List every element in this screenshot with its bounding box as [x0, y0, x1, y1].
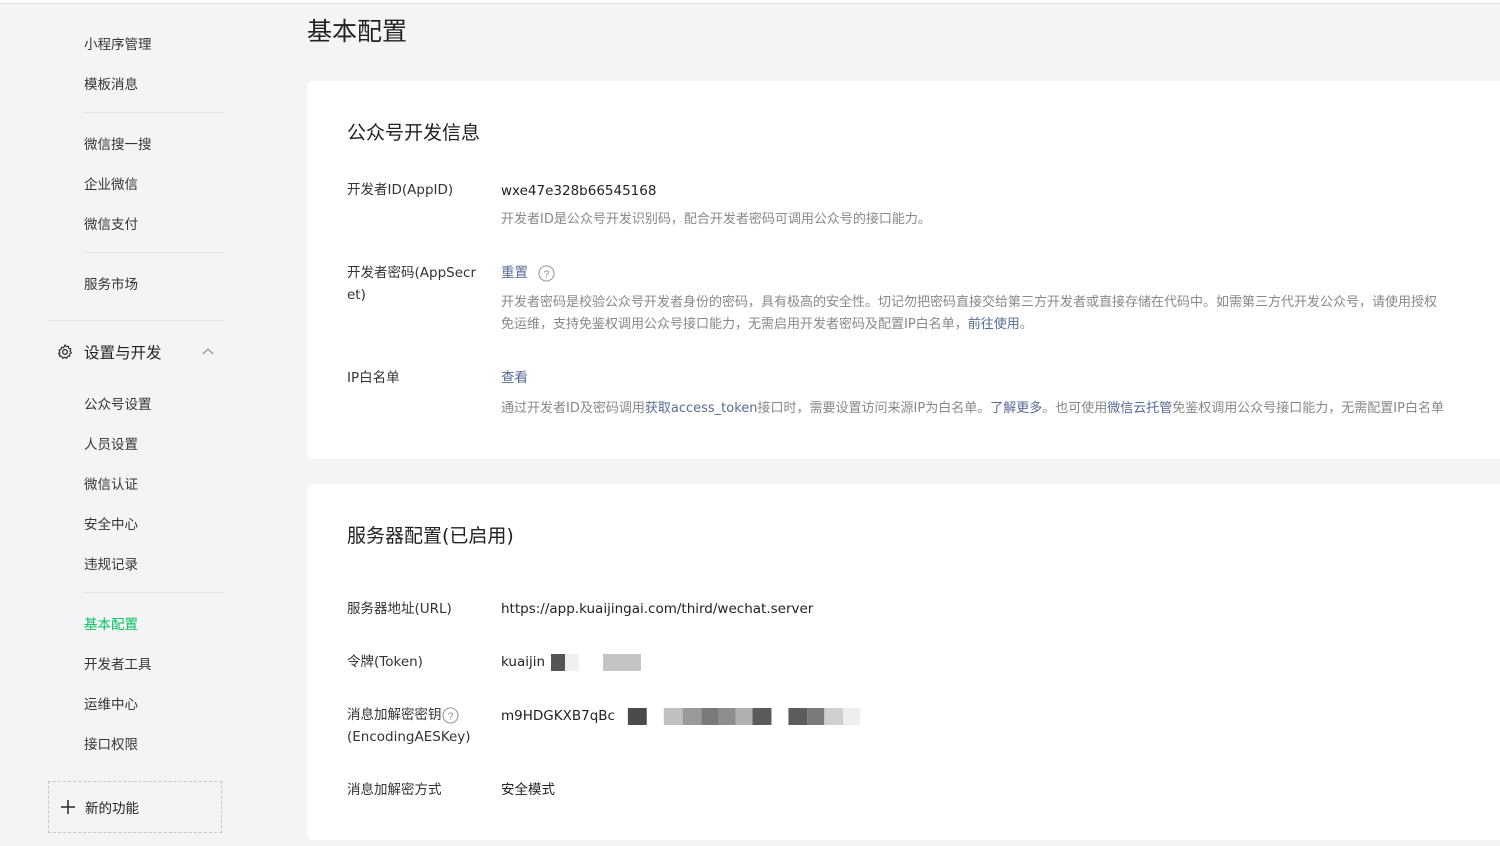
ip-whitelist-description: 通过开发者ID及密码调用获取access_token接口时，需要设置访问来源IP…: [501, 398, 1444, 420]
reset-secret-link[interactable]: 重置: [501, 265, 528, 281]
token-label: 令牌(Token): [347, 654, 423, 670]
server-config-card: 服务器配置(已启用) 服务器地址(URL) https://app.kuaiji…: [307, 484, 1500, 840]
sidebar-item-security-center[interactable]: 安全中心: [84, 513, 138, 533]
go-use-link[interactable]: 前往使用: [968, 317, 1020, 332]
sidebar-item-dev-tools[interactable]: 开发者工具: [84, 653, 152, 673]
sidebar-section-label: 设置与开发: [84, 344, 162, 362]
appsecret-description-line1: 开发者密码是校验公众号开发者身份的密码，具有极高的安全性。切记勿把密码直接交给第…: [501, 295, 1438, 310]
desc-text: 通过开发者ID及密码调用: [501, 401, 645, 416]
help-icon[interactable]: ?: [441, 706, 459, 724]
sidebar-item-wechat-search[interactable]: 微信搜一搜: [84, 133, 152, 153]
card-title: 服务器配置(已启用): [347, 525, 514, 547]
sidebar-item-violation-records[interactable]: 违规记录: [84, 553, 138, 573]
sidebar-item-template-message[interactable]: 模板消息: [84, 73, 138, 93]
sidebar-divider: [84, 592, 224, 593]
encryption-mode-label: 消息加解密方式: [347, 782, 442, 798]
svg-text:?: ?: [447, 711, 453, 722]
appsecret-description-line2: 免运维，支持免鉴权调用公众号接口能力，无需启用开发者密码及配置IP白名单，前往使…: [501, 314, 1033, 336]
card-title: 公众号开发信息: [347, 122, 481, 144]
sidebar-item-ops-center[interactable]: 运维中心: [84, 693, 138, 713]
sidebar-item-basic-config[interactable]: 基本配置: [84, 613, 138, 633]
token-text: kuaijin: [501, 654, 546, 670]
view-whitelist-link[interactable]: 查看: [501, 370, 528, 386]
sidebar-item-staff-settings[interactable]: 人员设置: [84, 433, 138, 453]
ip-whitelist-label: IP白名单: [347, 370, 400, 386]
appid-label: 开发者ID(AppID): [347, 182, 454, 198]
sidebar-divider: [84, 252, 224, 253]
appid-description: 开发者ID是公众号开发识别码，配合开发者密码可调用公众号的接口能力。: [501, 212, 931, 227]
new-function-button[interactable]: 新的功能: [48, 781, 222, 833]
sidebar-item-api-permissions[interactable]: 接口权限: [84, 733, 138, 753]
appsecret-label: 开发者密码(AppSecret): [347, 265, 476, 303]
encryption-mode-value: 安全模式: [501, 782, 555, 798]
token-value: kuaijin: [501, 652, 642, 672]
new-function-label: 新的功能: [85, 801, 139, 817]
access-token-link[interactable]: 获取access_token: [645, 401, 758, 416]
aes-key-label: 消息加解密密钥 ? (EncodingAESKey): [347, 704, 471, 748]
sidebar-item-wecom[interactable]: 企业微信: [84, 173, 138, 193]
wechat-cloud-hosting-link[interactable]: 微信云托管: [1107, 401, 1172, 416]
learn-more-link[interactable]: 了解更多: [990, 401, 1042, 416]
desc-text: 。也可使用: [1042, 401, 1108, 416]
page-title: 基本配置: [307, 17, 408, 46]
help-icon[interactable]: ?: [538, 264, 555, 282]
redacted-mask: [551, 653, 642, 671]
sidebar-section-settings-dev[interactable]: 设置与开发: [56, 342, 224, 362]
plus-icon: [61, 800, 75, 814]
sidebar-item-wechat-verify[interactable]: 微信认证: [84, 473, 138, 493]
gear-icon: [57, 344, 72, 359]
redacted-mask: [628, 707, 861, 725]
desc-text: 免鉴权调用公众号接口能力，无需配置IP白名单: [1172, 401, 1444, 416]
sidebar-item-account-settings[interactable]: 公众号设置: [84, 393, 152, 413]
aes-key-label-line2: (EncodingAESKey): [347, 729, 471, 745]
appid-value: wxe47e328b66545168: [501, 183, 657, 199]
aes-key-text: m9HDGKXB7qBc: [501, 708, 615, 724]
desc-text: 接口时，需要设置访问来源IP为白名单。: [757, 401, 991, 416]
appsecret-actions: 重置 ?: [501, 263, 555, 283]
server-url-label: 服务器地址(URL): [347, 601, 452, 617]
sidebar-item-wechat-pay[interactable]: 微信支付: [84, 213, 138, 233]
server-url-value: https://app.kuaijingai.com/third/wechat.…: [501, 601, 814, 617]
sidebar-item-service-market[interactable]: 服务市场: [84, 273, 138, 293]
svg-text:?: ?: [544, 269, 550, 280]
sidebar-item-miniprogram[interactable]: 小程序管理: [84, 33, 152, 53]
sidebar-divider: [48, 320, 224, 321]
ip-whitelist-actions: 查看: [501, 368, 528, 388]
aes-key-label-line1: 消息加解密密钥: [347, 707, 442, 723]
sidebar-divider: [84, 112, 224, 113]
dev-info-card: 公众号开发信息 开发者ID(AppID) wxe47e328b66545168 …: [307, 81, 1500, 459]
aes-key-value: m9HDGKXB7qBc: [501, 706, 869, 726]
sidebar: 小程序管理 模板消息 微信搜一搜 企业微信 微信支付 服务市场 设置与开发 公众…: [0, 0, 270, 846]
desc-text: 。: [1019, 317, 1033, 332]
chevron-up-icon[interactable]: [202, 346, 214, 356]
desc-text: 免运维，支持免鉴权调用公众号接口能力，无需启用开发者密码及配置IP白名单，: [501, 317, 968, 332]
